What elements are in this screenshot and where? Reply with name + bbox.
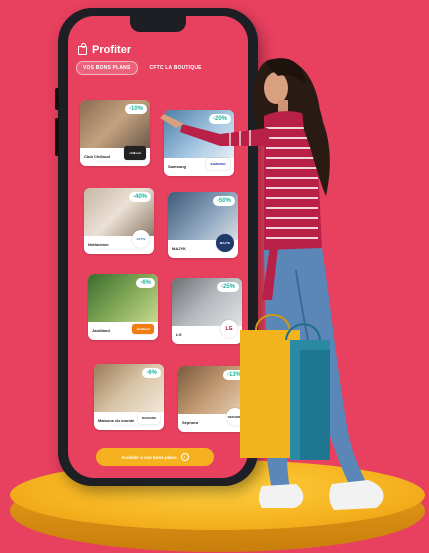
brand-logo: SEPHORA — [226, 408, 244, 426]
hero-illustration: Profiter VOS BONS PLANS CFTC LA BOUTIQUE… — [0, 0, 429, 553]
offer-card[interactable]: -50% MAJYK MAJYK — [168, 192, 238, 258]
offer-name: Club Chilloud — [84, 154, 110, 159]
brand-logo: MAJYK — [216, 234, 234, 252]
discount-badge: -6% — [136, 278, 155, 288]
offer-name: LG — [176, 332, 182, 337]
offer-name: MAJYK — [172, 246, 187, 251]
phone-notch — [130, 16, 186, 32]
brand-logo: SAMSUNG — [206, 158, 230, 170]
tab-cftc-la-boutique[interactable]: CFTC LA BOUTIQUE — [144, 62, 208, 74]
offer-card[interactable]: -20% Samsung SAMSUNG — [164, 110, 234, 176]
smartphone: Profiter VOS BONS PLANS CFTC LA BOUTIQUE… — [55, 8, 258, 486]
offer-card[interactable]: -13% Sephora SEPHORA — [178, 366, 248, 432]
brand-logo: ACTIV — [132, 230, 150, 248]
brand-logo: Jardiland — [132, 324, 154, 334]
phone-power-button — [55, 118, 59, 156]
phone-volume-button — [55, 88, 59, 110]
offer-name: Sephora — [182, 420, 199, 425]
offer-name: Jardiland — [92, 328, 110, 333]
offer-card[interactable]: -6% Jardiland Jardiland — [88, 274, 158, 340]
access-offers-label: Accéder à vos bons plans — [121, 454, 177, 460]
info-icon: i — [180, 453, 189, 461]
discount-badge: -13% — [222, 370, 245, 380]
app-title: Profiter — [92, 44, 132, 56]
brand-logo: chilloud — [124, 146, 146, 160]
offer-name: Samsung — [168, 164, 187, 169]
brand-logo: MAISONS — [138, 412, 160, 424]
discount-badge: -50% — [212, 196, 235, 206]
discount-badge: -20% — [208, 114, 231, 124]
gift-icon — [78, 42, 87, 55]
app-header: Profiter — [78, 42, 132, 56]
discount-badge: -25% — [216, 282, 239, 292]
offer-card[interactable]: -25% LG LG — [172, 278, 242, 344]
offer-card[interactable]: -40% Nettoiemer ACTIV — [84, 188, 154, 254]
discount-badge: -40% — [128, 192, 151, 202]
discount-badge: -6% — [142, 368, 161, 378]
offer-card[interactable]: -6% Maisons du monde MAISONS — [94, 364, 164, 430]
discount-badge: -10% — [124, 104, 147, 114]
access-offers-button[interactable]: Accéder à vos bons plans i — [96, 448, 214, 466]
phone-screen: Profiter VOS BONS PLANS CFTC LA BOUTIQUE… — [68, 16, 248, 478]
offer-card[interactable]: -10% Club Chilloud chilloud — [80, 100, 150, 166]
offer-name: Nettoiemer — [88, 242, 109, 247]
brand-logo: LG — [220, 320, 238, 338]
tab-vos-bons-plans[interactable]: VOS BONS PLANS — [76, 61, 138, 75]
offer-name: Maisons du monde — [98, 418, 135, 423]
tab-bar: VOS BONS PLANS CFTC LA BOUTIQUE — [76, 61, 208, 75]
